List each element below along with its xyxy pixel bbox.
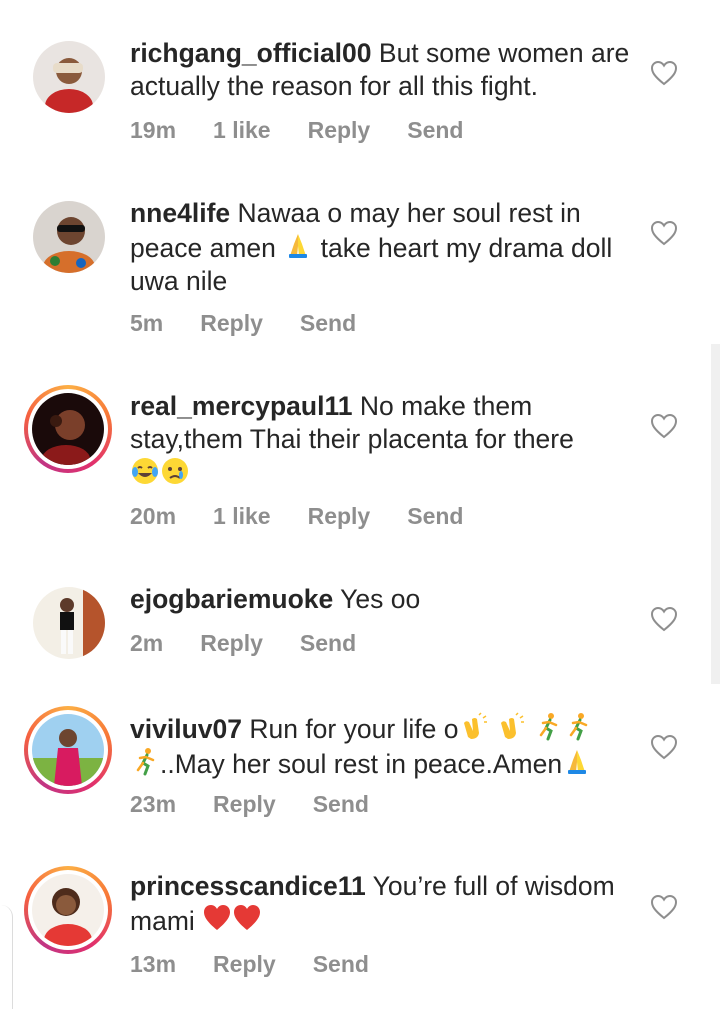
username[interactable]: ejogbariemuoke (130, 584, 333, 614)
comment-text: richgang_official00 But some women are a… (130, 37, 630, 103)
running-person-emoji (563, 711, 593, 741)
heart-outline-icon[interactable] (650, 60, 678, 86)
timestamp: 5m (130, 310, 164, 336)
send-button[interactable]: Send (313, 791, 369, 817)
comment-meta: 20m 1 like Reply Send (130, 503, 500, 530)
comment-meta: 23m Reply Send (130, 791, 406, 818)
username[interactable]: princesscandice11 (130, 871, 366, 901)
avatar[interactable] (24, 866, 112, 954)
timestamp: 2m (130, 630, 164, 656)
reply-button[interactable]: Reply (308, 117, 371, 143)
avatar[interactable] (24, 706, 112, 794)
comment-meta: 19m 1 like Reply Send (130, 117, 500, 144)
username[interactable]: real_mercypaul11 (130, 391, 352, 421)
crying-face-emoji (160, 456, 190, 486)
avatar[interactable] (33, 587, 105, 659)
comment-body: Yes oo (340, 584, 421, 614)
send-button[interactable]: Send (300, 310, 356, 336)
tears-of-joy-emoji (130, 456, 160, 486)
reply-button[interactable]: Reply (213, 791, 276, 817)
reply-button[interactable]: Reply (200, 310, 263, 336)
send-button[interactable]: Send (407, 117, 463, 143)
avatar[interactable] (33, 201, 105, 273)
avatar[interactable] (33, 41, 105, 113)
folded-hands-emoji (562, 746, 592, 776)
heart-outline-icon[interactable] (650, 220, 678, 246)
clapping-hands-emoji (496, 711, 526, 741)
clapping-hands-emoji (459, 711, 489, 741)
send-button[interactable]: Send (313, 951, 369, 977)
timestamp: 13m (130, 951, 177, 977)
heart-outline-icon[interactable] (650, 606, 678, 632)
heart-outline-icon[interactable] (650, 734, 678, 760)
avatar[interactable] (24, 385, 112, 473)
folded-hands-emoji (283, 230, 313, 260)
send-button[interactable]: Send (300, 630, 356, 656)
heart-outline-icon[interactable] (650, 894, 678, 920)
send-button[interactable]: Send (407, 503, 463, 529)
reply-button[interactable]: Reply (200, 630, 263, 656)
red-heart-emoji (202, 903, 232, 933)
likes-count[interactable]: 1 like (213, 117, 271, 143)
comment-text: ejogbariemuoke Yes oo (130, 583, 630, 616)
heart-outline-icon[interactable] (650, 413, 678, 439)
likes-count[interactable]: 1 like (213, 503, 271, 529)
reply-button[interactable]: Reply (308, 503, 371, 529)
username[interactable]: nne4life (130, 198, 230, 228)
comment-body-continued: ..May her soul rest in peace.Amen (160, 749, 563, 779)
comment-meta: 2m Reply Send (130, 630, 393, 657)
comment-text: princesscandice11 You’re full of wisdom … (130, 870, 630, 938)
timestamp: 20m (130, 503, 177, 529)
running-person-emoji (533, 711, 563, 741)
panel-edge (0, 905, 13, 1009)
comment-text: viviluv07 Run for your life o ..May her … (130, 711, 630, 781)
timestamp: 23m (130, 791, 177, 817)
comment-text: real_mercypaul11 No make them stay,them … (130, 390, 630, 491)
comment-meta: 13m Reply Send (130, 951, 406, 978)
scrollbar[interactable] (711, 344, 720, 684)
red-heart-emoji (232, 903, 262, 933)
comment-text: nne4life Nawaa o may her soul rest in pe… (130, 197, 630, 298)
username[interactable]: richgang_official00 (130, 38, 372, 68)
timestamp: 19m (130, 117, 177, 143)
username[interactable]: viviluv07 (130, 714, 242, 744)
comment-body: Run for your life o (249, 714, 459, 744)
comment-meta: 5m Reply Send (130, 310, 393, 337)
running-person-emoji (130, 746, 160, 776)
reply-button[interactable]: Reply (213, 951, 276, 977)
